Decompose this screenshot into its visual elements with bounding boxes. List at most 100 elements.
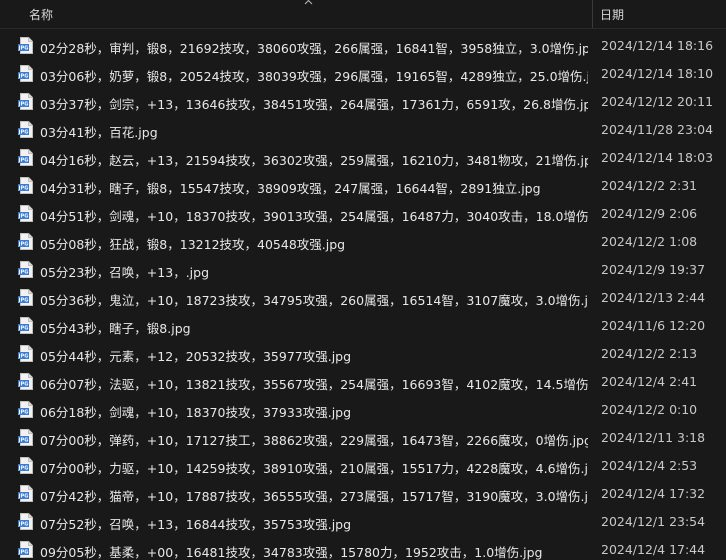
file-date: 2024/12/1 23:54 <box>601 514 706 529</box>
file-row[interactable]: JPG 03分41秒，百花.jpg 2024/11/28 23:04 <box>0 116 726 144</box>
file-name: 03分06秒，奶萝，锻8，20524技攻，38039攻强，296属强，19165… <box>40 69 588 84</box>
jpg-file-icon: JPG <box>18 149 33 166</box>
file-name: 05分43秒，瞎子，锻8.jpg <box>40 321 191 336</box>
file-row[interactable]: JPG 04分31秒，瞎子，锻8，15547技攻，38909攻强，247属强，1… <box>0 172 726 200</box>
file-row[interactable]: JPG 05分36秒，鬼泣，+10，18723技攻，34795攻强，260属强，… <box>0 284 726 312</box>
file-row[interactable]: JPG 05分23秒，召唤，+13，.jpg 2024/12/9 19:37 <box>0 256 726 284</box>
svg-text:JPG: JPG <box>18 270 28 276</box>
file-name: 07分00秒，力驱，+10，14259技攻，38910攻强，210属强，1551… <box>40 461 588 476</box>
file-date: 2024/12/9 19:37 <box>601 262 706 277</box>
file-row[interactable]: JPG 06分18秒，剑魂，+10，18370技攻，37933攻强.jpg 20… <box>0 396 726 424</box>
svg-text:JPG: JPG <box>18 130 28 136</box>
file-row[interactable]: JPG 09分05秒，基柔，+00，16481技攻，34783攻强，15780力… <box>0 536 726 560</box>
column-header-bar: 名称 日期 <box>0 0 726 29</box>
sort-ascending-icon <box>304 0 313 5</box>
file-date: 2024/12/13 2:44 <box>601 290 706 305</box>
file-date: 2024/11/28 23:04 <box>601 122 714 137</box>
svg-text:JPG: JPG <box>18 550 28 556</box>
file-row[interactable]: JPG 04分16秒，赵云，+13，21594技攻，36302攻强，259属强，… <box>0 144 726 172</box>
svg-text:JPG: JPG <box>18 102 28 108</box>
file-date: 2024/12/4 17:44 <box>601 542 706 557</box>
file-name: 09分05秒，基柔，+00，16481技攻，34783攻强，15780力，195… <box>40 545 543 560</box>
svg-text:JPG: JPG <box>18 410 28 416</box>
file-date: 2024/12/4 17:32 <box>601 486 706 501</box>
file-name: 03分37秒，剑宗，+13，13646技攻，38451攻强，264属强，1736… <box>40 97 588 112</box>
file-date: 2024/12/14 18:16 <box>601 38 714 53</box>
jpg-file-icon: JPG <box>18 261 33 278</box>
file-name: 07分42秒，猫帝，+10，17887技攻，36555攻强，273属强，1571… <box>40 489 588 504</box>
file-row[interactable]: JPG 02分28秒，审判，锻8，21692技攻，38060攻强，266属强，1… <box>0 32 726 60</box>
file-name: 04分16秒，赵云，+13，21594技攻，36302攻强，259属强，1621… <box>40 153 588 168</box>
file-name: 06分07秒，法驱，+10，13821技攻，35567攻强，254属强，1669… <box>40 377 588 392</box>
file-row[interactable]: JPG 05分43秒，瞎子，锻8.jpg 2024/11/6 12:20 <box>0 312 726 340</box>
jpg-file-icon: JPG <box>18 513 33 530</box>
jpg-file-icon: JPG <box>18 373 33 390</box>
jpg-file-icon: JPG <box>18 93 33 110</box>
svg-text:JPG: JPG <box>18 326 28 332</box>
file-row[interactable]: JPG 06分07秒，法驱，+10，13821技攻，35567攻强，254属强，… <box>0 368 726 396</box>
file-rows: JPG 02分28秒，审判，锻8，21692技攻，38060攻强，266属强，1… <box>0 32 726 560</box>
file-row[interactable]: JPG 03分37秒，剑宗，+13，13646技攻，38451攻强，264属强，… <box>0 88 726 116</box>
svg-text:JPG: JPG <box>18 186 28 192</box>
file-date: 2024/12/4 2:41 <box>601 374 698 389</box>
jpg-file-icon: JPG <box>18 37 33 54</box>
svg-text:JPG: JPG <box>18 522 28 528</box>
jpg-file-icon: JPG <box>18 177 33 194</box>
file-name: 07分00秒，弹药，+10，17127技工，38862攻强，229属强，1647… <box>40 433 588 448</box>
file-date: 2024/11/6 12:20 <box>601 318 706 333</box>
file-date: 2024/12/14 18:03 <box>601 150 714 165</box>
jpg-file-icon: JPG <box>18 205 33 222</box>
file-row[interactable]: JPG 07分42秒，猫帝，+10，17887技攻，36555攻强，273属强，… <box>0 480 726 508</box>
name-column-label: 名称 <box>29 8 54 22</box>
svg-text:JPG: JPG <box>18 214 28 220</box>
file-row[interactable]: JPG 03分06秒，奶萝，锻8，20524技攻，38039攻强，296属强，1… <box>0 60 726 88</box>
date-column-label: 日期 <box>600 8 625 22</box>
jpg-file-icon: JPG <box>18 289 33 306</box>
file-date: 2024/12/14 18:10 <box>601 66 714 81</box>
jpg-file-icon: JPG <box>18 485 33 502</box>
file-name: 02分28秒，审判，锻8，21692技攻，38060攻强，266属强，16841… <box>40 41 588 56</box>
file-row[interactable]: JPG 05分44秒，元素，+12，20532技攻，35977攻强.jpg 20… <box>0 340 726 368</box>
svg-text:JPG: JPG <box>18 298 28 304</box>
file-name: 05分08秒，狂战，锻8，13212技攻，40548攻强.jpg <box>40 237 346 252</box>
file-date: 2024/12/2 0:10 <box>601 402 698 417</box>
file-date: 2024/12/11 3:18 <box>601 430 706 445</box>
jpg-file-icon: JPG <box>18 457 33 474</box>
svg-text:JPG: JPG <box>18 74 28 80</box>
file-name: 04分51秒，剑魂，+10，18370技攻，39013攻强，254属强，1648… <box>40 209 588 224</box>
jpg-file-icon: JPG <box>18 121 33 138</box>
date-column-header[interactable]: 日期 <box>593 0 726 28</box>
svg-text:JPG: JPG <box>18 46 28 52</box>
jpg-file-icon: JPG <box>18 345 33 362</box>
svg-text:JPG: JPG <box>18 382 28 388</box>
file-name: 05分36秒，鬼泣，+10，18723技攻，34795攻强，260属强，1651… <box>40 293 588 308</box>
jpg-file-icon: JPG <box>18 429 33 446</box>
file-row[interactable]: JPG 07分00秒，力驱，+10，14259技攻，38910攻强，210属强，… <box>0 452 726 480</box>
name-column-header[interactable]: 名称 <box>0 0 592 28</box>
file-date: 2024/12/12 20:11 <box>601 94 714 109</box>
file-row[interactable]: JPG 07分00秒，弹药，+10，17127技工，38862攻强，229属强，… <box>0 424 726 452</box>
svg-text:JPG: JPG <box>18 158 28 164</box>
file-row[interactable]: JPG 05分08秒，狂战，锻8，13212技攻，40548攻强.jpg 202… <box>0 228 726 256</box>
file-date: 2024/12/2 2:13 <box>601 346 698 361</box>
file-name: 06分18秒，剑魂，+10，18370技攻，37933攻强.jpg <box>40 405 352 420</box>
file-name: 07分52秒，召唤，+13，16844技攻，35753攻强.jpg <box>40 517 352 532</box>
file-date: 2024/12/2 1:08 <box>601 234 698 249</box>
file-row[interactable]: JPG 07分52秒，召唤，+13，16844技攻，35753攻强.jpg 20… <box>0 508 726 536</box>
jpg-file-icon: JPG <box>18 233 33 250</box>
jpg-file-icon: JPG <box>18 65 33 82</box>
jpg-file-icon: JPG <box>18 317 33 334</box>
file-date: 2024/12/9 2:06 <box>601 206 698 221</box>
file-name: 05分44秒，元素，+12，20532技攻，35977攻强.jpg <box>40 349 352 364</box>
svg-text:JPG: JPG <box>18 354 28 360</box>
svg-text:JPG: JPG <box>18 438 28 444</box>
svg-text:JPG: JPG <box>18 494 28 500</box>
jpg-file-icon: JPG <box>18 541 33 558</box>
file-row[interactable]: JPG 04分51秒，剑魂，+10，18370技攻，39013攻强，254属强，… <box>0 200 726 228</box>
file-explorer-list: 名称 日期 JPG 02分28秒，审判，锻8，21692技攻，38060攻强，2… <box>0 0 726 560</box>
file-name: 04分31秒，瞎子，锻8，15547技攻，38909攻强，247属强，16644… <box>40 181 541 196</box>
file-date: 2024/12/4 2:53 <box>601 458 698 473</box>
svg-text:JPG: JPG <box>18 466 28 472</box>
jpg-file-icon: JPG <box>18 401 33 418</box>
file-name: 05分23秒，召唤，+13，.jpg <box>40 265 210 280</box>
